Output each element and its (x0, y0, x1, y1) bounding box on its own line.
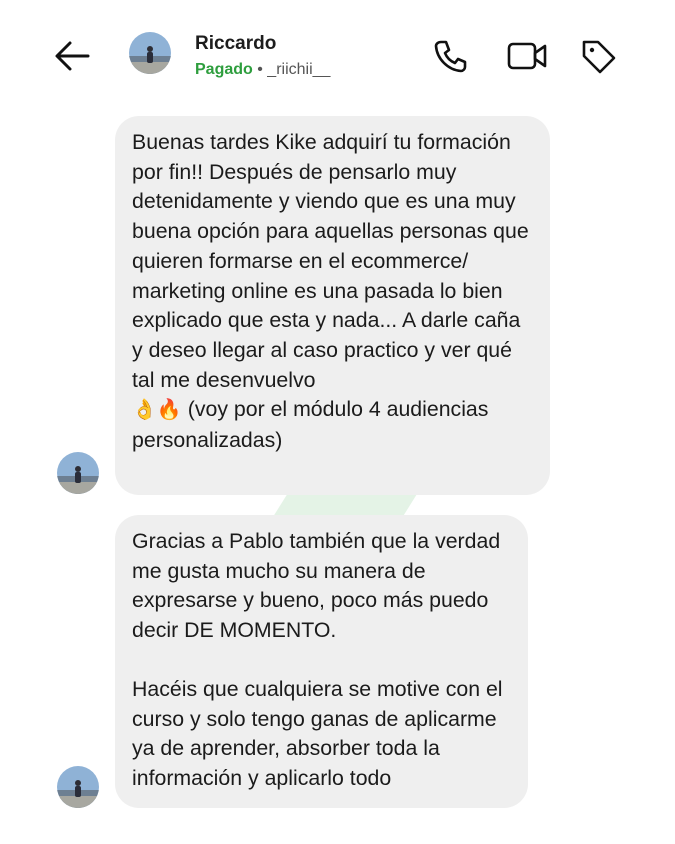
contact-name[interactable]: Riccardo (195, 33, 276, 55)
back-button[interactable] (48, 34, 96, 78)
status-label: Pagado (195, 61, 253, 78)
phone-icon (434, 40, 467, 73)
tag-button[interactable] (576, 34, 620, 78)
emoji-ok-fire: 👌🔥 (132, 399, 182, 422)
message-text: Buenas tardes Kike adquirí tu formación … (132, 128, 530, 456)
contact-subtitle: Pagado • _riichii__ (195, 61, 330, 79)
chat-header: Riccardo Pagado • _riichii__ (0, 0, 675, 110)
call-button[interactable] (428, 34, 472, 78)
message-bubble[interactable]: Buenas tardes Kike adquirí tu formación … (115, 116, 550, 495)
message-body-continued: (voy por el módulo 4 audiencias personal… (132, 397, 495, 453)
message-body: Buenas tardes Kike adquirí tu formación … (132, 130, 535, 392)
message-paragraph: Hacéis que cualquiera se motive con el c… (132, 676, 509, 790)
message-paragraph: Gracias a Pablo también que la verdad me… (132, 529, 507, 643)
video-call-button[interactable] (503, 34, 551, 78)
tag-icon (582, 40, 616, 74)
contact-username: _riichii__ (267, 61, 331, 78)
sender-avatar[interactable] (57, 452, 99, 494)
contact-avatar[interactable] (129, 32, 171, 74)
back-arrow-icon (55, 41, 90, 71)
separator: • (252, 61, 268, 78)
message-bubble[interactable]: Gracias a Pablo también que la verdad me… (115, 515, 528, 808)
video-icon (507, 42, 547, 70)
sender-avatar[interactable] (57, 766, 99, 808)
